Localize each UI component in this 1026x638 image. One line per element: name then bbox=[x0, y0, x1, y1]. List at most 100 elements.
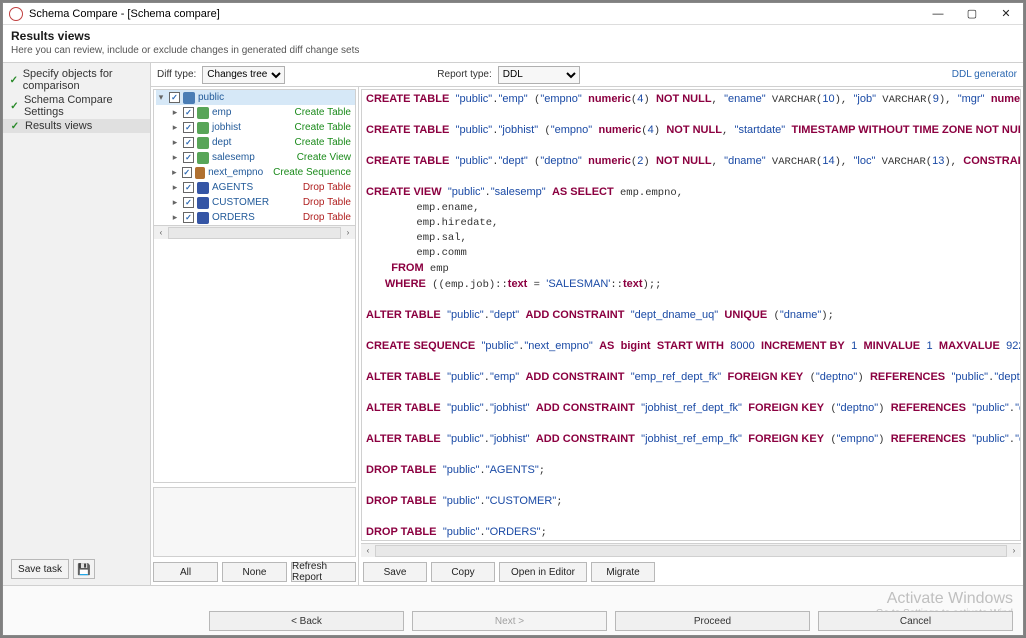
page-header: Results views Here you can review, inclu… bbox=[3, 25, 1023, 63]
tree-node[interactable]: ▸ next_empno Create Sequence bbox=[170, 165, 355, 180]
scroll-left-icon[interactable]: ‹ bbox=[361, 545, 375, 557]
maximize-button[interactable]: ▢ bbox=[955, 3, 989, 25]
tree-node[interactable]: ▸ emp Create Table bbox=[170, 105, 355, 120]
tree-checkbox[interactable] bbox=[183, 182, 194, 193]
tree-checkbox[interactable] bbox=[183, 212, 194, 223]
tree-node-action: Create Table bbox=[284, 107, 351, 118]
tree-node-action: Create Sequence bbox=[263, 167, 351, 178]
ddl-code[interactable]: CREATE TABLE "public"."emp" ("empno" num… bbox=[362, 90, 1020, 541]
drop-icon bbox=[197, 182, 209, 194]
scroll-right-icon[interactable]: › bbox=[1007, 545, 1021, 557]
expand-icon[interactable]: ▸ bbox=[170, 152, 180, 163]
step-label: Results views bbox=[25, 120, 92, 132]
cancel-button[interactable]: Cancel bbox=[818, 611, 1013, 631]
tree-checkbox[interactable] bbox=[183, 197, 194, 208]
expand-icon[interactable]: ▸ bbox=[170, 197, 180, 208]
minimize-button[interactable]: — bbox=[921, 3, 955, 25]
drop-icon bbox=[197, 197, 209, 209]
details-box bbox=[153, 487, 356, 557]
expand-icon[interactable]: ▸ bbox=[170, 182, 180, 193]
open-editor-button[interactable]: Open in Editor bbox=[499, 562, 587, 582]
tree-checkbox[interactable] bbox=[182, 167, 192, 178]
titlebar[interactable]: Schema Compare - [Schema compare] — ▢ ✕ bbox=[3, 3, 1023, 25]
step-label: Specify objects for comparison bbox=[23, 68, 144, 92]
tree-node-action: Create View bbox=[287, 152, 351, 163]
report-type-select[interactable]: DDL bbox=[498, 66, 580, 84]
table-icon bbox=[197, 107, 209, 119]
changes-tree-pane: ▾ public ▸ emp Create Table ▸ jobhist Cr… bbox=[151, 87, 359, 585]
wizard-step[interactable]: ✓Results views bbox=[3, 119, 150, 133]
schema-icon bbox=[183, 92, 195, 104]
expand-icon[interactable]: ▸ bbox=[170, 137, 180, 148]
close-button[interactable]: ✕ bbox=[989, 3, 1023, 25]
expand-icon[interactable]: ▸ bbox=[170, 122, 180, 133]
migrate-button[interactable]: Migrate bbox=[591, 562, 655, 582]
expand-icon[interactable]: ▸ bbox=[170, 107, 180, 118]
step-label: Schema Compare Settings bbox=[24, 94, 144, 118]
check-icon: ✓ bbox=[9, 74, 19, 86]
scroll-left-icon[interactable]: ‹ bbox=[154, 227, 168, 239]
ddl-editor-pane: CREATE TABLE "public"."emp" ("empno" num… bbox=[359, 87, 1023, 585]
wizard-steps: ✓ Specify objects for comparison✓Schema C… bbox=[3, 63, 151, 585]
footer: Activate Windows Go to Settings to activ… bbox=[3, 585, 1023, 635]
tree-checkbox[interactable] bbox=[183, 122, 194, 133]
tree-node-action: Drop Table bbox=[293, 197, 351, 208]
table-icon bbox=[197, 122, 209, 134]
editor-horizontal-scrollbar[interactable]: ‹ › bbox=[361, 543, 1021, 557]
wizard-step[interactable]: ✓ Specify objects for comparison bbox=[3, 67, 150, 93]
tree-node-label: ORDERS bbox=[212, 212, 255, 223]
ddl-generator-link[interactable]: DDL generator bbox=[952, 69, 1017, 80]
expand-icon[interactable]: ▸ bbox=[170, 167, 179, 178]
tree-node-label: salesemp bbox=[212, 152, 255, 163]
tree-node-label: emp bbox=[212, 107, 231, 118]
tree-node[interactable]: ▸ AGENTS Drop Table bbox=[170, 180, 355, 195]
tree-node-action: Create Table bbox=[284, 137, 351, 148]
tree-node-label: next_empno bbox=[208, 167, 263, 178]
wizard-step[interactable]: ✓Schema Compare Settings bbox=[3, 93, 150, 119]
tree-node-action: Create Table bbox=[284, 122, 351, 133]
expand-icon[interactable]: ▸ bbox=[170, 212, 180, 223]
save-task-button[interactable]: Save task bbox=[11, 559, 69, 579]
page-title: Results views bbox=[11, 29, 1015, 43]
collapse-icon[interactable]: ▾ bbox=[156, 92, 166, 103]
scroll-right-icon[interactable]: › bbox=[341, 227, 355, 239]
refresh-button[interactable]: Refresh Report bbox=[291, 562, 356, 582]
copy-button[interactable]: Copy bbox=[431, 562, 495, 582]
window-title: Schema Compare - [Schema compare] bbox=[29, 8, 921, 20]
tree-node[interactable]: ▸ ORDERS Drop Table bbox=[170, 210, 355, 225]
table-icon bbox=[197, 137, 209, 149]
diff-type-label: Diff type: bbox=[157, 69, 196, 80]
drop-icon bbox=[197, 212, 209, 224]
tree-node[interactable]: ▸ dept Create Table bbox=[170, 135, 355, 150]
tree-node[interactable]: ▸ jobhist Create Table bbox=[170, 120, 355, 135]
back-button[interactable]: < Back bbox=[209, 611, 404, 631]
tree-node-action: Drop Table bbox=[293, 212, 351, 223]
report-type-label: Report type: bbox=[437, 69, 491, 80]
proceed-button[interactable]: Proceed bbox=[615, 611, 810, 631]
tree-node-label: CUSTOMER bbox=[212, 197, 269, 208]
page-subtitle: Here you can review, include or exclude … bbox=[11, 45, 1015, 56]
diff-type-select[interactable]: Changes tree bbox=[202, 66, 285, 84]
select-none-button[interactable]: None bbox=[222, 562, 287, 582]
tree-checkbox[interactable] bbox=[183, 107, 194, 118]
save-icon: 💾 bbox=[77, 563, 91, 576]
tree-root[interactable]: ▾ public bbox=[156, 90, 355, 105]
tree-checkbox[interactable] bbox=[183, 152, 194, 163]
next-button[interactable]: Next > bbox=[412, 611, 607, 631]
tree-checkbox[interactable] bbox=[169, 92, 180, 103]
tree-node-label: AGENTS bbox=[212, 182, 253, 193]
save-button[interactable]: Save bbox=[363, 562, 427, 582]
save-task-menu-button[interactable]: 💾 bbox=[73, 559, 95, 579]
changes-tree[interactable]: ▾ public ▸ emp Create Table ▸ jobhist Cr… bbox=[154, 90, 355, 225]
tree-node-label: dept bbox=[212, 137, 231, 148]
seq-icon bbox=[195, 167, 206, 179]
tree-node[interactable]: ▸ CUSTOMER Drop Table bbox=[170, 195, 355, 210]
tree-node[interactable]: ▸ salesemp Create View bbox=[170, 150, 355, 165]
tree-checkbox[interactable] bbox=[183, 137, 194, 148]
tree-node-action: Drop Table bbox=[293, 182, 351, 193]
horizontal-scrollbar[interactable]: ‹ › bbox=[154, 225, 355, 239]
tree-node-label: public bbox=[198, 92, 224, 103]
select-all-button[interactable]: All bbox=[153, 562, 218, 582]
app-icon bbox=[9, 7, 23, 21]
app-window: Schema Compare - [Schema compare] — ▢ ✕ … bbox=[2, 2, 1024, 636]
